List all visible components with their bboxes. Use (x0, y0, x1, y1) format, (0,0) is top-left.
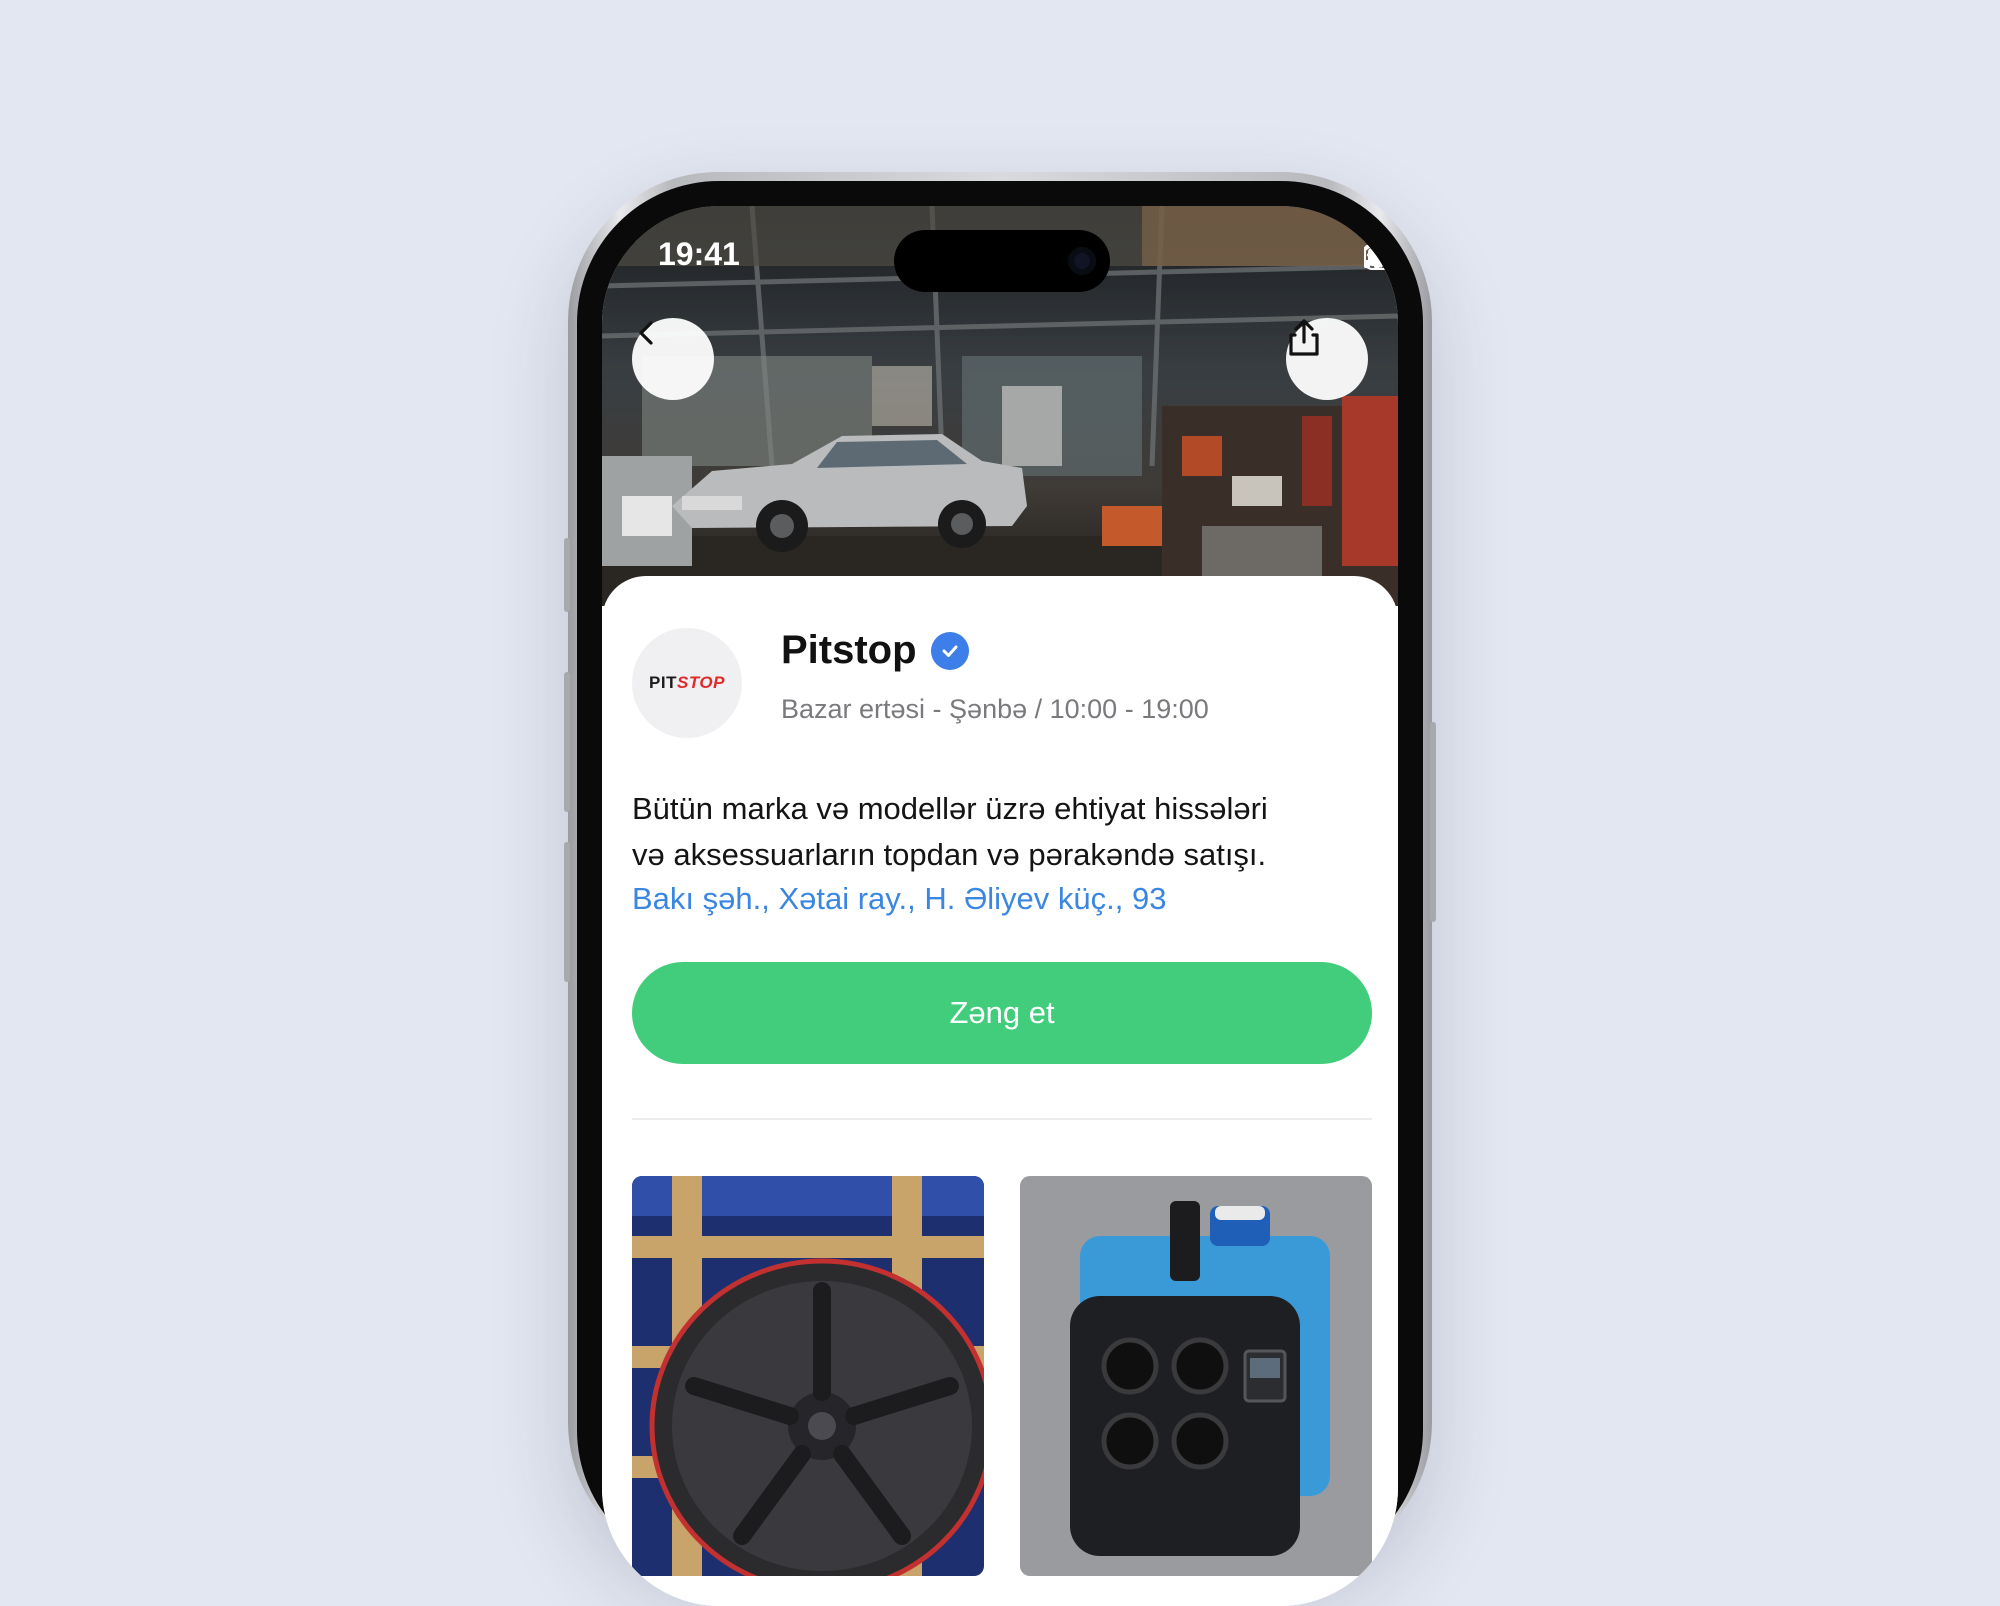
verified-badge-icon (930, 631, 969, 670)
shop-name-row: Pitstop (781, 628, 969, 673)
battery-icon (1364, 244, 1398, 270)
action-button (564, 538, 570, 612)
status-time: 19:41 (658, 236, 740, 272)
back-button[interactable] (632, 318, 714, 400)
shop-description: Bütün marka və modellər üzrə ehtiyat his… (632, 786, 1372, 878)
product-card-wheel[interactable] (632, 1176, 984, 1576)
share-icon (1289, 319, 1319, 356)
description-line: Bütün marka və modellər üzrə ehtiyat his… (632, 791, 1268, 826)
volume-up-button (564, 672, 570, 812)
power-button (1430, 722, 1436, 922)
shop-info-card: PIT STOP Pitstop Bazar ertəsi - Şənbə / 1… (602, 576, 1398, 1606)
chevron-left-icon (639, 321, 653, 345)
volume-down-button (564, 842, 570, 982)
description-line: və aksessuarların topdan və pərakəndə sa… (632, 837, 1267, 872)
shop-logo: PIT STOP (632, 628, 742, 738)
address-link[interactable]: Bakı şəh., Xətai ray., H. Əliyev küç., 9… (632, 881, 1166, 917)
share-button[interactable] (1286, 318, 1368, 400)
hero-image: 19:41 (602, 206, 1398, 606)
checkmark-icon (942, 645, 958, 657)
shop-name: Pitstop (781, 628, 917, 672)
heater-photo (1020, 1176, 1372, 1576)
divider (632, 1118, 1372, 1120)
app-screen: 19:41 PIT STOP Pitstop Bazar ertəsi - Şə… (602, 206, 1398, 1606)
dynamic-island (894, 230, 1110, 292)
product-card-heater[interactable] (1020, 1176, 1372, 1576)
phone-frame: 19:41 PIT STOP Pitstop Bazar ertəsi - Şə… (564, 172, 1436, 1606)
call-button[interactable]: Zəng et (632, 962, 1372, 1064)
logo-text-pit: PIT (649, 673, 677, 692)
logo-text-stop: STOP (676, 673, 725, 692)
camera-icon (1068, 247, 1096, 275)
working-hours: Bazar ertəsi - Şənbə / 10:00 - 19:00 (781, 694, 1209, 724)
wheel-photo (632, 1176, 984, 1576)
